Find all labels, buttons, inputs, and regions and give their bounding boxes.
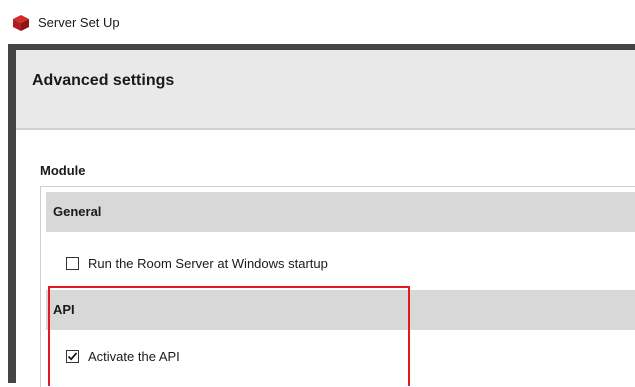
page-header: Advanced settings	[16, 50, 635, 128]
windows-startup-option[interactable]: Run the Room Server at Windows startup	[66, 255, 406, 275]
windows-startup-checkbox[interactable]	[66, 257, 79, 270]
api-highlight-box	[48, 286, 410, 386]
settings-content: Module General Run the Room Server at Wi…	[16, 130, 635, 387]
section-header-general: General	[46, 192, 635, 232]
windows-startup-label[interactable]: Run the Room Server at Windows startup	[88, 256, 328, 271]
title-bar: Server Set Up	[0, 0, 635, 44]
red-cube-icon	[13, 15, 29, 31]
page-title: Advanced settings	[32, 72, 175, 89]
module-label: Module	[40, 163, 86, 178]
window-title: Server Set Up	[38, 15, 120, 30]
